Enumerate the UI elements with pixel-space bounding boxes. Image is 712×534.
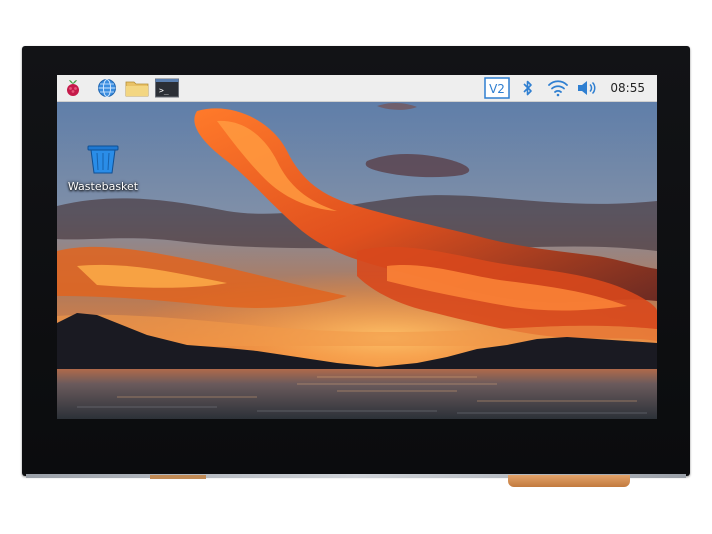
wastebasket-icon [87,145,119,174]
bluetooth-icon[interactable] [516,77,540,99]
volume-icon[interactable] [575,77,599,99]
vnc-label: V2 [489,82,505,96]
vnc-icon[interactable]: V2 [484,77,510,99]
ribbon-cable [508,475,630,487]
desktop-wallpaper [57,101,657,419]
globe-icon[interactable] [95,77,119,99]
terminal-glyph: >_ [159,86,169,95]
taskbar: >_ V2 08:55 [57,75,657,102]
desktop-item-label: Wastebasket [67,180,139,193]
taskbar-clock[interactable]: 08:55 [610,75,645,101]
screen: >_ V2 08:55 Wastebasket [57,75,657,419]
display-connector [150,475,206,479]
desktop-item-wastebasket[interactable]: Wastebasket [65,143,141,193]
terminal-icon[interactable]: >_ [153,77,181,99]
folder-icon[interactable] [123,77,151,99]
wifi-icon[interactable] [546,77,570,99]
raspberry-icon[interactable] [61,77,85,99]
